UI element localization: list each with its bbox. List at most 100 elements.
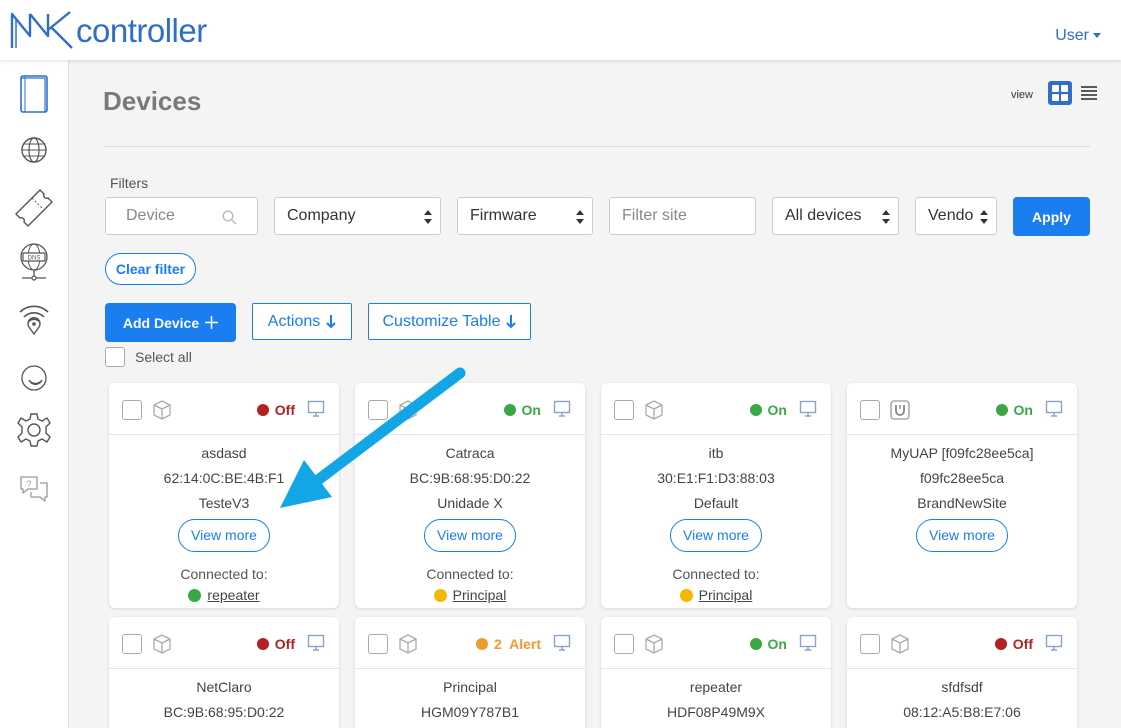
card-body: sfdfsdf 08:12:A5:B8:E7:06 xyxy=(847,675,1077,725)
view-more-button[interactable]: View more xyxy=(916,519,1008,552)
connected-label: Connected to: xyxy=(672,566,760,582)
select-all[interactable]: Select all xyxy=(105,347,192,367)
connected-label: Connected to: xyxy=(180,566,268,582)
status-badge: Off xyxy=(256,402,295,418)
dns-icon: DNS xyxy=(20,243,48,281)
card-header: Off xyxy=(109,617,339,669)
card-header: Off xyxy=(109,383,339,435)
view-switch: view xyxy=(1011,81,1101,105)
card-header: On xyxy=(355,383,585,435)
device-checkbox[interactable] xyxy=(860,634,880,654)
monitor-icon[interactable] xyxy=(307,400,325,418)
device-card: Off asdasd 62:14:0C:BE:4B:F1 TesteV3 Vie… xyxy=(109,383,339,608)
view-more-button[interactable]: View more xyxy=(670,519,762,552)
select-arrows-icon xyxy=(576,210,584,224)
header-divider xyxy=(103,146,1090,147)
status-badge: On xyxy=(503,402,541,418)
cube-device-icon xyxy=(399,400,417,420)
view-more-button[interactable]: View more xyxy=(424,519,516,552)
book-icon xyxy=(20,75,48,113)
connected-link[interactable]: Principal xyxy=(699,587,753,603)
card-body: Catraca BC:9B:68:95:D0:22 Unidade X View… xyxy=(355,441,585,603)
connected-link[interactable]: Principal xyxy=(453,587,507,603)
status-text: 2 Alert xyxy=(494,636,541,652)
filters-label: Filters xyxy=(110,175,149,191)
sidebar-item-support[interactable]: ? xyxy=(12,466,56,510)
firmware-select-value: Firmware xyxy=(470,207,537,224)
app-logo[interactable]: controller xyxy=(10,10,207,50)
firmware-select[interactable]: Firmware xyxy=(457,197,593,235)
device-id: HGM09Y787B1 xyxy=(420,704,520,720)
cube-device-icon xyxy=(645,634,663,654)
device-checkbox[interactable] xyxy=(614,400,634,420)
select-arrows-icon xyxy=(424,210,432,224)
status-dot xyxy=(995,404,1008,416)
sidebar-item-vouchers[interactable] xyxy=(12,184,56,228)
device-checkbox[interactable] xyxy=(860,400,880,420)
device-card: On MyUAP [f09fc28ee5ca] f09fc28ee5ca Bra… xyxy=(847,383,1077,608)
connected-link[interactable]: repeater xyxy=(207,587,259,603)
status-dot xyxy=(503,404,516,416)
user-menu[interactable]: User xyxy=(1055,27,1101,45)
device-checkbox[interactable] xyxy=(614,634,634,654)
monitor-icon[interactable] xyxy=(553,634,571,652)
status-dot xyxy=(994,638,1007,650)
sidebar-item-dns[interactable]: DNS xyxy=(12,240,56,284)
devices-scope-select[interactable]: All devices xyxy=(772,197,899,235)
sidebar-item-settings[interactable] xyxy=(12,408,56,452)
card-body: Principal HGM09Y787B1 xyxy=(355,675,585,725)
device-checkbox[interactable] xyxy=(122,634,142,654)
vendor-select[interactable]: Vendor xyxy=(915,197,997,235)
clear-filter-button[interactable]: Clear filter xyxy=(105,253,196,285)
view-more-button[interactable]: View more xyxy=(178,519,270,552)
site-filter-input[interactable]: Filter site xyxy=(609,197,756,235)
device-checkbox[interactable] xyxy=(122,400,142,420)
select-arrows-icon xyxy=(980,210,988,224)
sidebar-item-wifi-location[interactable] xyxy=(12,296,56,340)
monitor-icon[interactable] xyxy=(799,400,817,418)
status-badge: 2 Alert xyxy=(476,636,541,652)
status-text: Off xyxy=(1012,636,1033,652)
cube-device-icon xyxy=(153,400,171,420)
select-all-checkbox[interactable] xyxy=(105,347,125,367)
device-id: 08:12:A5:B8:E7:06 xyxy=(903,704,1021,720)
grid-view-button[interactable] xyxy=(1048,81,1072,105)
list-icon xyxy=(1081,86,1097,100)
device-checkbox[interactable] xyxy=(368,634,388,654)
apply-button[interactable]: Apply xyxy=(1013,197,1090,236)
device-name: Principal xyxy=(443,679,497,695)
device-search-input[interactable]: Device xyxy=(105,197,258,235)
company-select[interactable]: Company xyxy=(274,197,441,235)
connected-dot xyxy=(679,588,693,602)
devices-scope-value: All devices xyxy=(785,207,862,224)
device-site: Unidade X xyxy=(437,495,503,511)
device-id: 30:E1:F1:D3:88:03 xyxy=(657,470,775,486)
monitor-icon[interactable] xyxy=(307,634,325,652)
ticket-icon xyxy=(15,189,53,227)
device-name: sfdfsdf xyxy=(941,679,983,695)
sidebar-item-status[interactable] xyxy=(12,356,56,400)
status-dot xyxy=(749,404,762,416)
monitor-icon[interactable] xyxy=(1045,400,1063,418)
device-card: On repeater HDF08P49M9X xyxy=(601,617,831,728)
status-text: On xyxy=(1013,402,1033,418)
card-body: repeater HDF08P49M9X xyxy=(601,675,831,725)
device-name: itb xyxy=(708,445,724,461)
caret-down-icon xyxy=(1093,33,1101,39)
vendor-select-value: Vendor xyxy=(928,207,974,224)
device-checkbox[interactable] xyxy=(368,400,388,420)
monitor-icon[interactable] xyxy=(799,634,817,652)
device-id: f09fc28ee5ca xyxy=(919,470,1005,486)
actions-button[interactable]: Actions xyxy=(252,303,352,340)
monitor-icon[interactable] xyxy=(553,400,571,418)
monitor-icon[interactable] xyxy=(1045,634,1063,652)
status-badge: On xyxy=(749,402,787,418)
sidebar-item-devices[interactable] xyxy=(12,72,56,116)
customize-table-label: Customize Table xyxy=(382,312,501,330)
sidebar-item-sites[interactable] xyxy=(12,128,56,172)
customize-table-button[interactable]: Customize Table xyxy=(368,303,531,340)
add-device-button[interactable]: Add Device xyxy=(105,303,236,342)
add-device-label: Add Device xyxy=(122,314,200,331)
device-id: HDF08P49M9X xyxy=(666,704,766,720)
list-view-button[interactable] xyxy=(1077,81,1101,105)
